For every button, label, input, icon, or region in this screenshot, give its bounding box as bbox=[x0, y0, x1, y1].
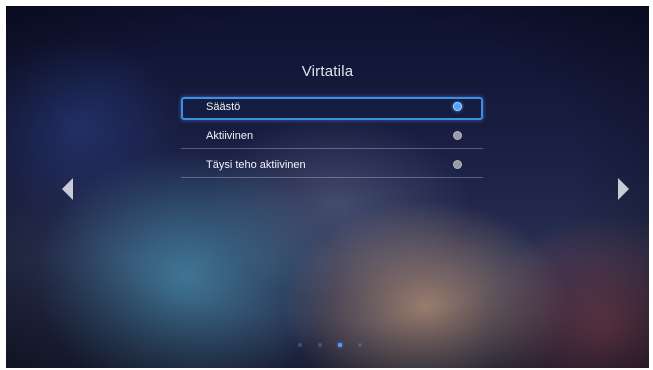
page-dot-3-active bbox=[337, 343, 342, 347]
triangle-left-icon[interactable] bbox=[62, 178, 73, 200]
radio-selected-icon[interactable] bbox=[453, 102, 462, 111]
page-indicator bbox=[6, 343, 649, 347]
radio-unselected-icon[interactable] bbox=[453, 131, 462, 140]
triangle-right-icon[interactable] bbox=[618, 178, 629, 200]
menu-item-label: Aktiivinen bbox=[206, 130, 254, 142]
menu-item-saasto[interactable]: Säästö bbox=[181, 97, 483, 120]
background-vignette bbox=[6, 6, 649, 368]
menu-item-label: Täysi teho aktiivinen bbox=[206, 159, 306, 171]
power-mode-screen: Virtatila Säästö Aktiivinen Täysi teho a… bbox=[6, 6, 649, 368]
page-dot-4 bbox=[357, 343, 362, 347]
menu-item-aktiivinen[interactable]: Aktiivinen bbox=[181, 126, 483, 149]
page-dot-2 bbox=[317, 343, 322, 347]
menu-item-label: Säästö bbox=[206, 101, 241, 113]
page-dot-1 bbox=[297, 343, 302, 347]
radio-unselected-icon[interactable] bbox=[453, 160, 462, 169]
page-title: Virtatila bbox=[301, 63, 354, 80]
power-mode-menu: Säästö Aktiivinen Täysi teho aktiivinen bbox=[181, 97, 483, 184]
menu-item-taysi-teho-aktiivinen[interactable]: Täysi teho aktiivinen bbox=[181, 155, 483, 178]
